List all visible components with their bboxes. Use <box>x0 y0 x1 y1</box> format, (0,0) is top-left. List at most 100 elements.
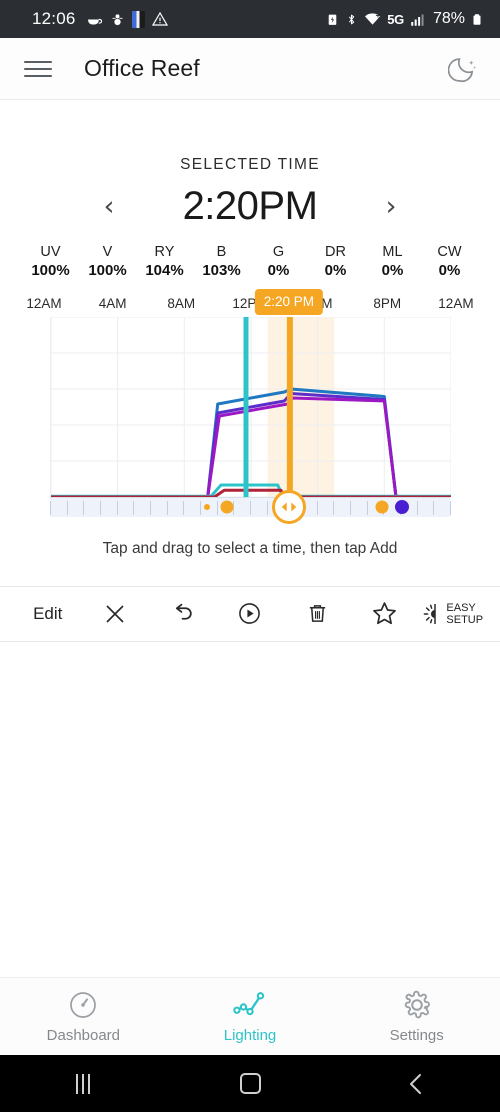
bottom-navigation: Dashboard Lighting Settings <box>0 977 500 1055</box>
chart-plot-area[interactable] <box>50 316 451 497</box>
signal-icon <box>410 12 425 27</box>
scrubber-tick <box>150 500 151 515</box>
scrubber-tick <box>50 500 51 515</box>
scrubber-tick <box>166 500 168 515</box>
edit-toolbar: Edit EASY SETUP <box>0 585 500 642</box>
channel-b: B 103% <box>193 243 250 281</box>
nav-label-dashboard: Dashboard <box>46 1027 121 1044</box>
half-sun-icon <box>424 603 437 624</box>
nav-item-dashboard[interactable]: Dashboard <box>0 989 167 1044</box>
channel-g: G 0% <box>250 243 307 281</box>
chart-hint-text: Tap and drag to select a time, then tap … <box>102 539 398 557</box>
undo-button[interactable] <box>149 601 216 626</box>
channel-name: UV <box>40 244 61 260</box>
battery-saver-icon <box>326 11 339 28</box>
undo-icon <box>175 603 192 620</box>
wifi-icon <box>364 12 381 27</box>
channel-name: RY <box>154 244 175 260</box>
channel-ml: ML 0% <box>364 243 421 281</box>
home-icon[interactable] <box>167 1073 334 1094</box>
scrubber-tick <box>216 500 218 515</box>
warning-icon <box>151 11 168 27</box>
edit-button-label: Edit <box>33 603 63 623</box>
app-header: Office Reef <box>0 38 500 100</box>
channel-name: V <box>102 244 113 260</box>
channel-value: 0% <box>438 262 461 280</box>
delete-button[interactable] <box>284 601 351 626</box>
scrubber-tick <box>266 500 268 515</box>
android-navigation-bar <box>0 1055 500 1112</box>
moon-marker[interactable] <box>394 500 409 515</box>
scrubber-tick <box>83 500 85 515</box>
channel-cw: CW 0% <box>421 243 478 281</box>
channel-name: ML <box>382 244 403 260</box>
scrubber-tick <box>450 500 451 515</box>
channel-value: 0% <box>324 262 347 280</box>
close-button[interactable] <box>81 602 148 626</box>
lighting-schedule-panel: SELECTED TIME ‹ 2:20PM › UV 100% V 100% … <box>0 100 500 642</box>
next-time-button[interactable]: › <box>374 193 408 220</box>
channel-value: 0% <box>381 262 404 280</box>
channel-ry: RY 104% <box>136 243 193 281</box>
scrubber-tick <box>100 500 101 515</box>
scrubber-tick <box>233 500 235 515</box>
channel-value: 103% <box>202 262 241 280</box>
nav-label-lighting: Lighting <box>223 1027 277 1044</box>
x-tick: 8AM <box>167 296 196 312</box>
page-title: Office Reef <box>84 55 200 81</box>
scrubber-tick <box>350 500 351 515</box>
easy-setup-line2: SETUP <box>446 613 484 626</box>
gauge-icon <box>70 992 97 1018</box>
channel-values-row: UV 100% V 100% RY 104% B 103% G 0% DR 0%… <box>0 229 500 281</box>
hamburger-menu-icon[interactable] <box>24 60 52 77</box>
battery-percent-label: 78% <box>432 10 465 27</box>
schedule-chart: 12AM 4AM 8AM 12PM 4PM 8PM 12AM 2:20 PM T… <box>0 288 500 558</box>
previous-time-button[interactable]: ‹ <box>92 193 126 220</box>
bluetooth-icon <box>345 11 358 28</box>
nav-item-lighting[interactable]: Lighting <box>167 989 334 1044</box>
sunrise-marker[interactable] <box>220 500 234 514</box>
nav-item-settings[interactable]: Settings <box>333 989 500 1044</box>
play-circle-icon <box>239 603 261 624</box>
scrubber-handle[interactable] <box>271 490 306 525</box>
picture-icon <box>131 10 145 28</box>
status-clock: 12:06 <box>32 9 76 28</box>
network-type-label: 5G <box>387 11 404 27</box>
play-button[interactable] <box>216 601 283 626</box>
scrubber-tick <box>200 500 201 515</box>
scrubber-tick <box>183 500 185 515</box>
channel-value: 100% <box>88 262 127 280</box>
x-tick: 12AM <box>438 296 474 312</box>
scrubber-tick <box>133 500 135 515</box>
favorite-button[interactable] <box>351 600 418 627</box>
snowman-icon <box>110 11 125 28</box>
selected-time-label: SELECTED TIME <box>180 156 320 173</box>
channel-dr: DR 0% <box>307 243 364 281</box>
back-icon[interactable] <box>333 1073 500 1095</box>
easy-setup-line1: EASY <box>446 601 476 614</box>
easy-setup-button[interactable]: EASY SETUP <box>419 602 486 626</box>
left-right-arrows-icon <box>281 502 297 512</box>
scrubber-tick <box>416 500 418 515</box>
recents-icon[interactable] <box>0 1073 167 1094</box>
channel-uv: UV 100% <box>22 243 79 281</box>
x-tick: 4AM <box>98 296 127 312</box>
channel-name: CW <box>437 244 462 260</box>
time-stepper: ‹ 2:20PM › <box>0 184 500 229</box>
coffee-icon <box>86 11 103 28</box>
channel-v: V 100% <box>79 243 136 281</box>
channel-value: 100% <box>31 262 70 280</box>
scrubber-tick <box>433 500 435 515</box>
star-icon <box>373 602 397 625</box>
close-icon <box>106 605 124 623</box>
selected-time-value: 2:20PM <box>182 184 318 228</box>
battery-icon <box>471 11 483 28</box>
status-bar-right: 5G 78% <box>326 10 488 28</box>
moon-icon[interactable] <box>446 52 480 86</box>
ramp-start-marker[interactable] <box>203 504 210 511</box>
android-status-bar: 12:06 5G 78% <box>0 0 500 38</box>
linechart-icon <box>233 992 265 1016</box>
sunset-marker[interactable] <box>375 500 389 514</box>
edit-button[interactable]: Edit <box>14 604 81 624</box>
time-scrubber[interactable] <box>50 490 451 525</box>
